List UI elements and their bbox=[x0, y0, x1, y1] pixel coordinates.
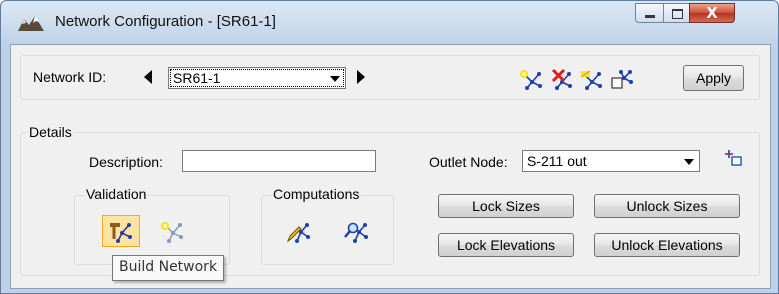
reset-network-icon[interactable] bbox=[578, 64, 606, 92]
computations-group bbox=[261, 195, 394, 265]
tooltip: Build Network bbox=[112, 255, 225, 281]
close-icon: X bbox=[706, 4, 718, 22]
minimize-button[interactable] bbox=[635, 3, 664, 23]
network-id-value: SR61-1 bbox=[173, 70, 221, 86]
build-network-button[interactable] bbox=[102, 215, 140, 247]
network-configuration-window: Network Configuration - [SR61-1] X Netwo… bbox=[0, 0, 779, 294]
outlet-node-select[interactable]: S-211 out bbox=[522, 150, 700, 172]
network-properties-icon[interactable] bbox=[608, 64, 636, 92]
apply-button[interactable]: Apply bbox=[683, 65, 744, 91]
window-title: Network Configuration - [SR61-1] bbox=[55, 13, 276, 30]
compute-sizes-icon[interactable] bbox=[285, 217, 313, 245]
validate-network-icon[interactable] bbox=[158, 217, 186, 245]
chevron-down-icon bbox=[684, 159, 694, 165]
build-network-icon bbox=[110, 223, 132, 243]
network-id-group bbox=[20, 55, 760, 100]
dialog-client-area: Network ID: SR61-1 Apply Details Descrip… bbox=[10, 44, 771, 289]
network-id-select[interactable]: SR61-1 bbox=[168, 67, 346, 89]
new-network-icon[interactable] bbox=[518, 64, 546, 92]
chevron-down-icon bbox=[330, 76, 340, 82]
lock-sizes-button[interactable]: Lock Sizes bbox=[438, 194, 574, 218]
analyze-network-icon[interactable] bbox=[343, 217, 371, 245]
outlet-node-value: S-211 out bbox=[527, 153, 587, 169]
minimize-icon bbox=[636, 4, 663, 22]
title-bar[interactable]: Network Configuration - [SR61-1] X bbox=[1, 1, 778, 43]
next-network-arrow-icon[interactable] bbox=[357, 70, 365, 84]
network-id-label: Network ID: bbox=[33, 69, 107, 85]
delete-network-icon[interactable] bbox=[548, 64, 576, 92]
close-button[interactable]: X bbox=[689, 3, 735, 23]
unlock-elevations-button[interactable]: Unlock Elevations bbox=[594, 233, 740, 257]
description-field[interactable] bbox=[182, 150, 376, 172]
maximize-icon bbox=[664, 4, 689, 22]
unlock-sizes-button[interactable]: Unlock Sizes bbox=[594, 194, 740, 218]
outlet-node-label: Outlet Node: bbox=[429, 154, 508, 170]
validation-group-label: Validation bbox=[84, 186, 149, 202]
description-label: Description: bbox=[89, 154, 163, 170]
computations-group-label: Computations bbox=[271, 186, 362, 202]
lock-elevations-button[interactable]: Lock Elevations bbox=[438, 233, 574, 257]
details-group-label: Details bbox=[27, 124, 74, 140]
app-icon bbox=[18, 16, 44, 31]
previous-network-arrow-icon[interactable] bbox=[144, 70, 152, 84]
select-node-icon[interactable] bbox=[723, 147, 745, 169]
maximize-button[interactable] bbox=[663, 3, 690, 23]
